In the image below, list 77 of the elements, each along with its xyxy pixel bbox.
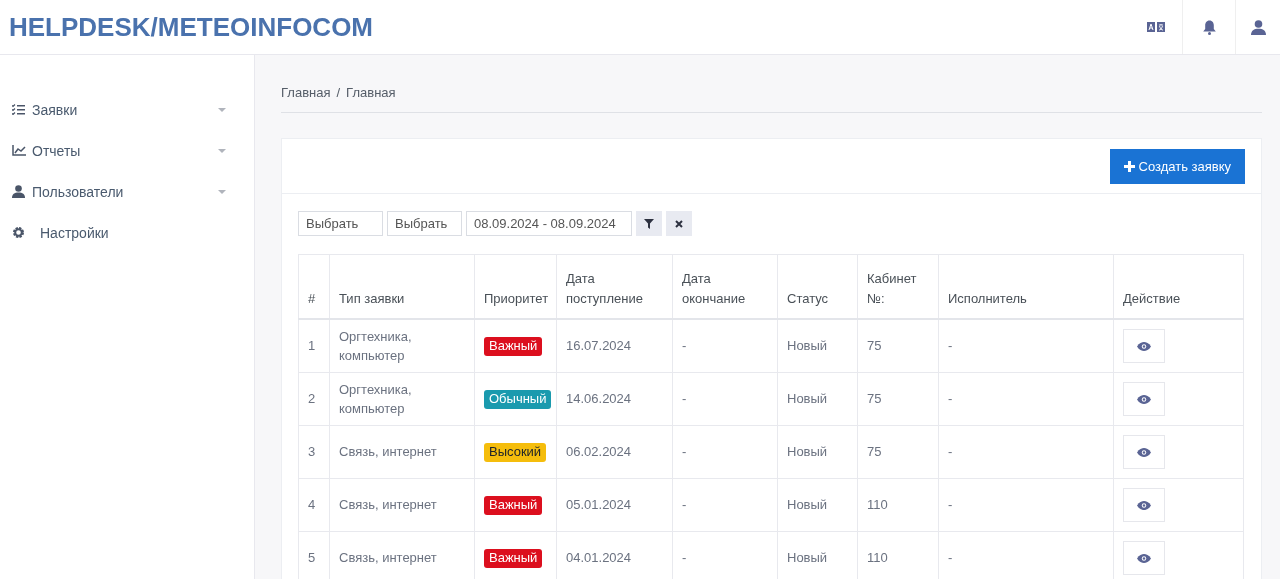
table-cell: - (672, 372, 778, 426)
type-select[interactable]: Выбрать (298, 211, 383, 236)
eye-icon (1137, 341, 1151, 351)
table-cell: Новый (777, 372, 858, 426)
table-cell: 110 (857, 478, 939, 532)
settings-icon (12, 226, 25, 239)
table-cell: 5 (298, 531, 330, 579)
view-button[interactable] (1123, 329, 1165, 363)
table-cell: 14.06.2024 (556, 372, 673, 426)
table-cell: 05.01.2024 (556, 478, 673, 532)
column-header: Дата окончание (672, 254, 778, 319)
app-logo: HELPDESK/METEOINFOCOM (9, 11, 374, 43)
table-cell: - (672, 425, 778, 479)
column-header: # (298, 254, 330, 319)
create-button[interactable]: Создать заявку (1109, 148, 1245, 184)
table-cell: 75 (857, 425, 939, 479)
filter-icon (644, 218, 654, 229)
plus-icon (1123, 160, 1135, 172)
table-cell: Новый (777, 319, 858, 373)
view-button[interactable] (1123, 435, 1165, 469)
table-cell: 4 (298, 478, 330, 532)
priority-badge: Важный (484, 337, 543, 356)
chart-icon (12, 145, 26, 156)
close-icon (675, 219, 683, 228)
table-cell: 75 (857, 372, 939, 426)
table-cell: Связь, интернет (329, 425, 475, 479)
table-cell: - (672, 319, 778, 373)
breadcrumb-separator: / (336, 85, 341, 100)
column-header: Статус (777, 254, 858, 319)
view-button[interactable] (1123, 488, 1165, 522)
bell-icon[interactable] (1202, 19, 1216, 35)
table-cell: 16.07.2024 (556, 319, 673, 373)
priority-badge: Высокий (484, 443, 547, 462)
column-header: Исполнитель (938, 254, 1114, 319)
table-cell: Новый (777, 425, 858, 479)
priority-badge: Важный (484, 549, 543, 568)
eye-icon (1137, 500, 1151, 510)
clear-button[interactable] (666, 211, 692, 236)
eye-icon (1137, 394, 1151, 404)
eye-icon (1137, 553, 1151, 563)
priority-badge: Важный (484, 496, 543, 515)
table-cell: - (938, 372, 1114, 426)
breadcrumb-link[interactable]: Главная (281, 85, 331, 100)
table-cell: - (938, 319, 1114, 373)
user-icon (12, 185, 25, 198)
table-cell: 06.02.2024 (556, 425, 673, 479)
sidebar-item[interactable]: Настройки (0, 212, 254, 253)
sidebar-item[interactable]: Отчеты (0, 130, 254, 171)
table-cell: - (938, 478, 1114, 532)
column-header: Дата поступление (556, 254, 673, 319)
user-icon[interactable] (1250, 19, 1266, 35)
table-cell: 2 (298, 372, 330, 426)
eye-icon (1137, 447, 1151, 457)
translate-icon[interactable] (1147, 22, 1165, 32)
table-cell: 3 (298, 425, 330, 479)
table-cell: Новый (777, 478, 858, 532)
sidebar-item[interactable]: Заявки (0, 89, 254, 130)
priority-badge: Обычный (484, 390, 552, 409)
table-cell: Связь, интернет (329, 478, 475, 532)
table-cell: - (938, 425, 1114, 479)
sidebar-item[interactable]: Пользователи (0, 171, 254, 212)
column-header: Приоритет (474, 254, 557, 319)
table-cell: Оргтехника, компьютер (329, 319, 475, 373)
view-button[interactable] (1123, 541, 1165, 575)
view-button[interactable] (1123, 382, 1165, 416)
breadcrumb-link[interactable]: Главная (346, 85, 396, 100)
list-icon (12, 104, 25, 115)
column-header: Кабинет №: (857, 254, 939, 319)
column-header: Тип заявки (329, 254, 475, 319)
column-header: Действие (1113, 254, 1244, 319)
table-cell: 75 (857, 319, 939, 373)
filter-button[interactable] (636, 211, 662, 236)
date-range-field[interactable]: 08.09.2024 - 08.09.2024 (466, 211, 632, 236)
priority-select[interactable]: Выбрать (387, 211, 462, 236)
table-cell: - (672, 478, 778, 532)
table-cell: Оргтехника, компьютер (329, 372, 475, 426)
table-cell: 1 (298, 319, 330, 373)
